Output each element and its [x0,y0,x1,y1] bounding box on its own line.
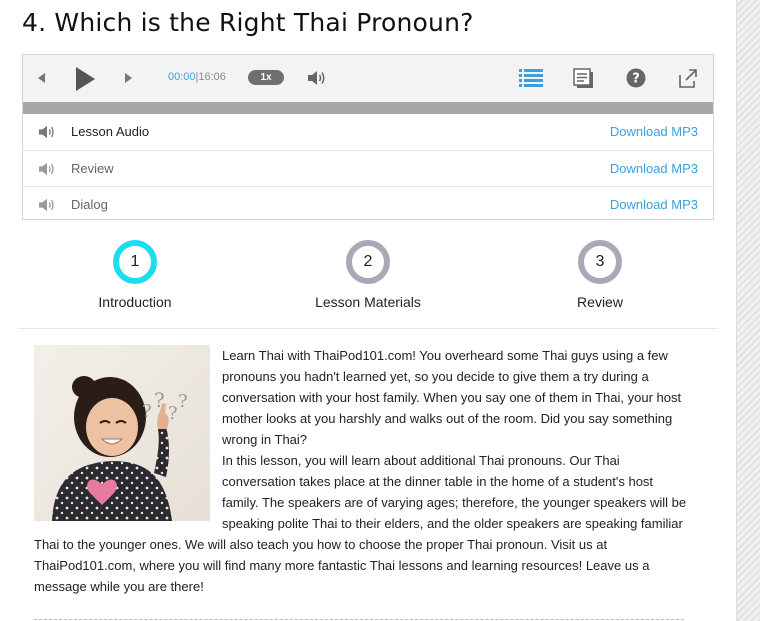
notes-icon [573,68,593,88]
step-label: Review [577,294,623,310]
section-divider [18,328,718,329]
player-controls: 00:00|16:06 1x ? [23,55,713,102]
playlist-button[interactable] [519,68,543,88]
help-button[interactable]: ? [626,68,646,88]
track-name: Review [71,161,114,176]
popout-icon [679,69,697,88]
track-lesson-audio[interactable]: Lesson Audio Download MP3 [23,114,713,150]
download-mp3-link[interactable]: Download MP3 [610,197,698,212]
help-icon: ? [626,68,646,88]
speaker-icon [39,125,54,139]
next-icon [125,73,132,83]
speaker-icon [39,162,54,176]
total-time: 16:06 [198,71,226,83]
previous-icon [38,73,45,83]
download-mp3-link[interactable]: Download MP3 [610,161,698,176]
svg-text:?: ? [632,72,640,87]
time-display: 00:00|16:06 [168,71,226,83]
playlist-icon [519,69,543,87]
step-label: Lesson Materials [315,294,421,310]
track-name: Dialog [71,197,108,212]
play-icon [76,67,95,91]
page-title: 4. Which is the Right Thai Pronoun? [22,8,474,37]
lesson-introduction-text: Learn Thai with ThaiPod101.com! You over… [34,345,689,597]
step-number: 3 [578,240,622,284]
next-button[interactable] [123,71,135,85]
track-review[interactable]: Review Download MP3 [23,150,713,186]
content-bottom-border [34,619,684,620]
page-side-stripe [736,0,760,621]
lesson-steps: 1 Introduction 2 Lesson Materials 3 Revi… [22,240,714,320]
step-introduction[interactable]: 1 Introduction [55,240,215,310]
step-number: 2 [346,240,390,284]
step-lesson-materials[interactable]: 2 Lesson Materials [288,240,448,310]
notes-button[interactable] [573,68,595,90]
audio-player: 00:00|16:06 1x ? Lesson Audio Download M… [22,54,714,220]
download-mp3-link[interactable]: Download MP3 [610,124,698,139]
track-list: Lesson Audio Download MP3 Review Downloa… [23,114,713,222]
speaker-icon [39,198,54,212]
popout-button[interactable] [677,67,699,89]
play-button[interactable] [71,65,99,93]
volume-icon [308,71,325,85]
step-number: 1 [113,240,157,284]
playback-speed-button[interactable]: 1x [248,70,284,85]
step-label: Introduction [98,294,172,310]
step-review[interactable]: 3 Review [520,240,680,310]
progress-bar[interactable] [23,102,713,114]
volume-button[interactable] [307,68,327,88]
current-time: 00:00 [168,71,196,83]
track-dialog[interactable]: Dialog Download MP3 [23,186,713,222]
previous-button[interactable] [35,71,47,85]
track-name: Lesson Audio [71,124,150,139]
